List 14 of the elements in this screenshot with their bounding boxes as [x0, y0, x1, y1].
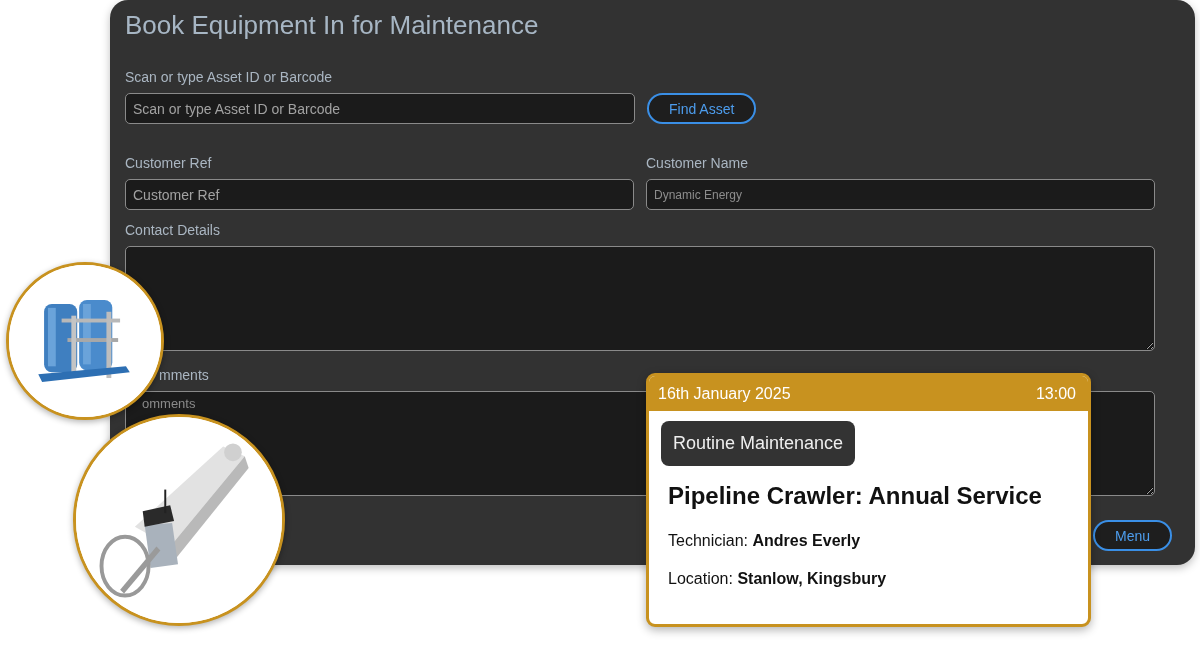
asset-id-field[interactable]: Scan or type Asset ID or Barcode: [125, 93, 635, 124]
menu-button[interactable]: Menu: [1092, 520, 1172, 551]
field-label: Customer Ref: [125, 155, 212, 171]
customer-ref-field[interactable]: Customer Ref: [125, 179, 634, 210]
field-label: Contact Details: [125, 222, 221, 238]
find-asset-button[interactable]: Find Asset: [647, 93, 757, 124]
field-label: mments: [159, 367, 209, 383]
field-label: Customer Name: [646, 155, 748, 171]
form-title: Book Equipment In for Maintenance: [125, 10, 540, 41]
customer-name-field[interactable]: Dynamic Energy: [646, 179, 1155, 210]
booking-detail: Location: Stanlow, Kingsbury: [668, 570, 888, 588]
field-label: Scan or type Asset ID or Barcode: [125, 69, 332, 85]
maintenance-type-tag: Routine Maintenance: [661, 421, 856, 466]
booking-detail: Technician: Andres Everly: [668, 532, 862, 550]
